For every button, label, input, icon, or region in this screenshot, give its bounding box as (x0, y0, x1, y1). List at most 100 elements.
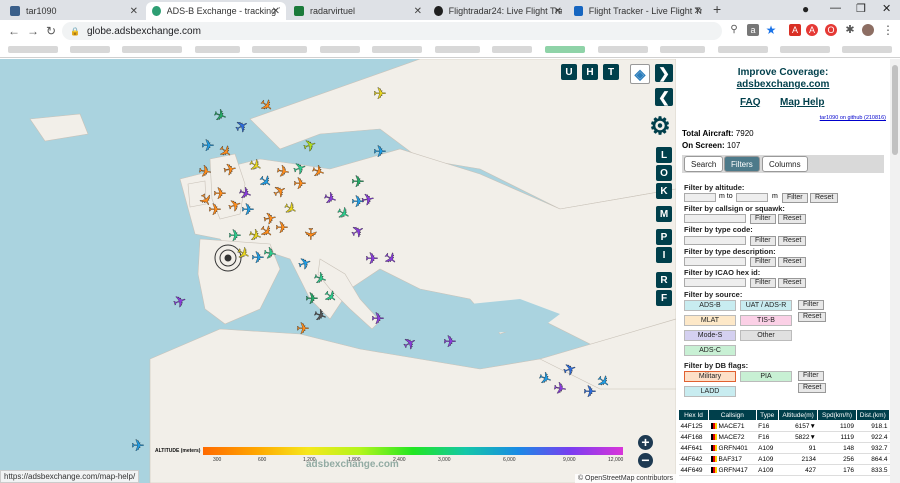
tab-search[interactable]: Search (684, 156, 724, 172)
altitude-reset-button[interactable]: Reset (810, 193, 839, 203)
zoom-in-button[interactable]: + (638, 435, 653, 450)
panel-scrollbar[interactable] (890, 59, 900, 483)
aircraft-marker-icon[interactable]: ✈ (443, 334, 457, 351)
bookmark-item[interactable] (842, 46, 892, 53)
dbflags-filter-button[interactable]: Filter (798, 371, 824, 381)
map-button-p[interactable]: P (656, 229, 672, 245)
back-icon[interactable]: ← (8, 24, 20, 38)
col-hex[interactable]: Hex Id (677, 409, 710, 421)
map-button-k[interactable]: K (656, 183, 672, 199)
source-adsb-toggle[interactable]: ADS-B (684, 300, 736, 311)
tab-filters[interactable]: Filters (724, 156, 760, 172)
aircraft-marker-icon[interactable]: ✈ (208, 202, 222, 219)
close-tab-icon[interactable]: ✕ (414, 6, 422, 17)
dbflag-pia-toggle[interactable]: PIA (740, 371, 792, 382)
icao-reset-button[interactable]: Reset (778, 278, 807, 288)
bookmark-item[interactable] (252, 46, 307, 53)
bookmark-star-icon[interactable]: ★ (765, 24, 777, 36)
aircraft-marker-icon[interactable]: ✈ (373, 144, 387, 161)
aircraft-marker-icon[interactable]: ✈ (310, 306, 329, 327)
close-tab-icon[interactable]: ✕ (554, 6, 562, 17)
altitude-filter-button[interactable]: Filter (782, 193, 808, 203)
map-help-link[interactable]: Map Help (780, 97, 824, 108)
map-view[interactable]: ✈ ✈ ✈ ✈ ✈ ✈ ✈ ✈ ✈ ✈ ✈ ✈ ✈ ✈ ✈ ✈ ✈ ✈ ✈ ✈ ✈ ✈ ✈ ✈ ✈ ✈ ✈ ✈ ✈ ✈ ✈ ✈ ✈ ✈ ✈ ✈ ✈ ✈ ✈ ✈… (0, 59, 676, 483)
aircraft-marker-icon[interactable]: ✈ (301, 136, 320, 157)
aircraft-marker-icon[interactable]: ✈ (131, 438, 145, 455)
layers-icon[interactable]: ◈ (630, 64, 650, 84)
close-tab-icon[interactable]: ✕ (272, 6, 280, 17)
close-window-icon[interactable]: ✕ (882, 2, 891, 15)
map-button-r[interactable]: R (656, 272, 672, 288)
chevron-right-icon[interactable]: ❯ (655, 64, 673, 82)
bookmark-item[interactable] (660, 46, 705, 53)
table-row[interactable]: 44F125 MACE71 F16 6157▼ 1109 918.1 (678, 420, 890, 432)
aircraft-marker-icon[interactable]: ✈ (275, 220, 289, 237)
bookmark-item[interactable] (372, 46, 422, 53)
aircraft-marker-icon[interactable]: ✈ (241, 202, 255, 219)
new-tab-button[interactable]: + (713, 1, 721, 17)
col-distance[interactable]: Dist.(km) (855, 409, 890, 421)
source-adsc-toggle[interactable]: ADS-C (684, 345, 736, 356)
aircraft-marker-icon[interactable]: ✈ (210, 106, 229, 127)
profile-dot-icon[interactable]: ● (802, 2, 809, 16)
source-tisb-toggle[interactable]: TIS-B (740, 315, 792, 326)
callsign-filter-button[interactable]: Filter (750, 214, 776, 224)
source-mlat-toggle[interactable]: MLAT (684, 315, 736, 326)
bookmark-item[interactable] (718, 46, 768, 53)
source-filter-button[interactable]: Filter (798, 300, 824, 310)
altitude-max-input[interactable] (736, 193, 768, 202)
tab-flight-tracker[interactable]: Flight Tracker - Live Flight Tracki ✕ (568, 2, 708, 20)
map-canvas[interactable]: ✈✈✈✈✈ ✈ ✈ ✈✈ ✈ ✈ ✈ ✈✈✈ ✈ ✈✈✈✈✈✈ ✈✈✈ ✈✈ ✈ ✈ ✈✈ ✈ ✈✈ ✈✈✈✈✈ ✈… (0, 59, 676, 483)
table-row[interactable]: 44F649 GRFN417 A109 427 176 833.5 (678, 464, 890, 476)
map-button-t[interactable]: T (603, 64, 619, 80)
table-row[interactable]: 44F642 BAF317 A109 2134 256 864.4 (678, 453, 890, 465)
icao-filter-button[interactable]: Filter (750, 278, 776, 288)
tab-radarvirtuel[interactable]: radarvirtuel ✕ (288, 2, 428, 20)
reload-icon[interactable]: ↻ (46, 24, 56, 38)
map-button-f[interactable]: F (656, 290, 672, 306)
table-row[interactable]: 44F641 GRFN401 A109 91 148 932.7 (678, 442, 890, 454)
typedesc-filter-button[interactable]: Filter (750, 257, 776, 267)
bookmark-item[interactable] (195, 46, 240, 53)
aircraft-marker-icon[interactable]: ✈ (351, 174, 365, 191)
tab-adsb-exchange[interactable]: ADS-B Exchange - tracking 7920 ✕ (146, 2, 286, 20)
maximize-icon[interactable]: ❐ (856, 2, 866, 15)
pdf-extension-icon[interactable]: A (789, 24, 801, 36)
tab-columns[interactable]: Columns (762, 156, 808, 172)
scrollbar-thumb[interactable] (892, 65, 898, 155)
tab-flightradar24[interactable]: Flightradar24: Live Flight Tracker ✕ (428, 2, 568, 20)
col-altitude[interactable]: Altitude(m) (777, 409, 819, 421)
faq-link[interactable]: FAQ (740, 97, 761, 108)
minimize-icon[interactable]: — (830, 2, 841, 14)
aircraft-marker-icon[interactable]: ✈ (228, 228, 242, 245)
source-other-toggle[interactable]: Other (740, 330, 792, 341)
map-button-l[interactable]: L (656, 147, 672, 163)
callsign-input[interactable] (684, 214, 746, 223)
bookmark-item[interactable] (8, 46, 58, 53)
table-row[interactable]: 44F168 MACE72 F16 5822▼ 1119 922.4 (678, 431, 890, 443)
map-button-h[interactable]: H (582, 64, 598, 80)
map-button-o[interactable]: O (656, 165, 672, 181)
map-attribution[interactable]: © OpenStreetMap contributors (574, 474, 676, 483)
aircraft-marker-icon[interactable]: ✈ (371, 311, 385, 328)
settings-gear-icon[interactable]: ⚙ (648, 113, 672, 140)
location-icon[interactable]: ⚲ (728, 24, 740, 36)
github-link[interactable]: tar1090 on github (210816) (820, 115, 886, 121)
translate-icon[interactable]: a (747, 24, 759, 36)
zoom-out-button[interactable]: − (638, 453, 653, 468)
map-button-u[interactable]: U (561, 64, 577, 80)
typedesc-input[interactable] (684, 257, 746, 266)
extensions-puzzle-icon[interactable]: ✱ (844, 24, 856, 36)
bookmark-item[interactable] (545, 46, 585, 53)
forward-icon[interactable]: → (27, 24, 39, 38)
aircraft-marker-icon[interactable]: ✈ (232, 117, 252, 139)
col-callsign[interactable]: Callsign (708, 409, 757, 421)
bookmark-item[interactable] (122, 46, 182, 53)
bookmark-item[interactable] (492, 46, 532, 53)
typedesc-reset-button[interactable]: Reset (778, 257, 807, 267)
typecode-input[interactable] (684, 236, 746, 245)
aircraft-marker-icon[interactable]: ✈ (296, 321, 310, 338)
aircraft-marker-icon[interactable]: ✈ (293, 176, 307, 193)
menu-kebab-icon[interactable]: ⋮ (882, 24, 894, 36)
opera-extension-icon[interactable]: O (825, 24, 837, 36)
